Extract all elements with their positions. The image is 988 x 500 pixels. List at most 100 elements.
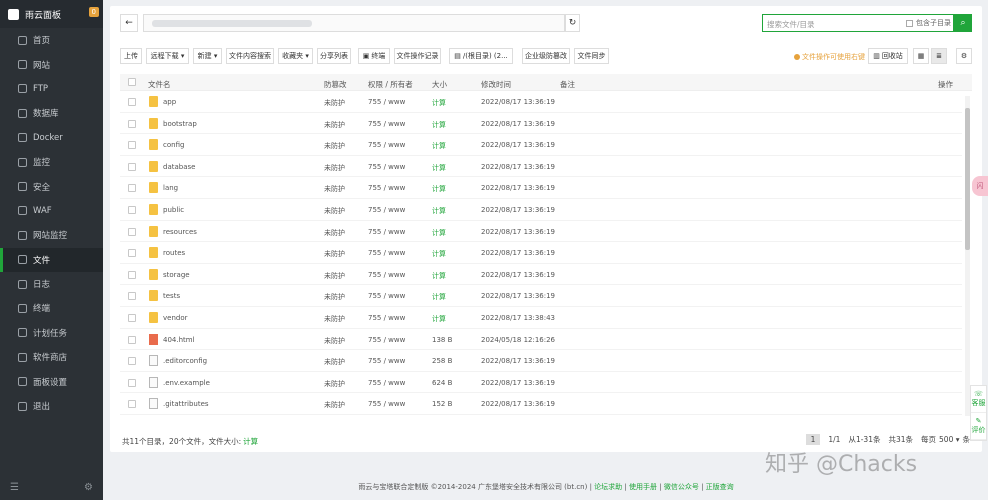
table-row[interactable]: storage 未防护 755 / www 计算 2022/08/17 13:36:19 [120, 264, 962, 286]
scrollbar[interactable] [965, 96, 970, 416]
collapse-icon[interactable]: ☰ [10, 482, 19, 493]
permission[interactable]: 755 / www [368, 206, 405, 214]
terminal-button[interactable]: ▣ 终端 [358, 48, 390, 64]
select-all-checkbox[interactable] [128, 78, 136, 86]
permission[interactable]: 755 / www [368, 357, 405, 365]
sidebar-item-14[interactable]: 面板设置 [0, 369, 103, 393]
file-size[interactable]: 计算 [432, 184, 446, 194]
table-row[interactable]: .env.example 未防护 755 / www 624 B 2022/08/17 … [120, 372, 962, 394]
back-button[interactable]: ← [120, 14, 138, 32]
link-wechat[interactable]: 微信公众号 [664, 483, 699, 491]
include-subdir-checkbox[interactable]: 包含子目录 [906, 18, 951, 28]
file-name[interactable]: .gitattributes [163, 400, 209, 408]
customer-service-button[interactable]: ☏ 客服 [971, 386, 986, 413]
file-name[interactable]: lang [163, 184, 178, 192]
permission[interactable]: 755 / www [368, 249, 405, 257]
sidebar-item-0[interactable]: 首页 [0, 28, 103, 52]
tamper-button[interactable]: 企业级防篡改 [522, 48, 570, 64]
calc-total-size-link[interactable]: 计算 [243, 437, 258, 446]
table-row[interactable]: bootstrap 未防护 755 / www 计算 2022/08/17 13:36:… [120, 113, 962, 135]
grid-view-button[interactable]: ▦ [913, 48, 929, 64]
sidebar-item-13[interactable]: 软件商店 [0, 345, 103, 369]
permission[interactable]: 755 / www [368, 292, 405, 300]
sidebar-item-1[interactable]: 网站 [0, 52, 103, 76]
row-checkbox[interactable] [128, 292, 136, 301]
sidebar-item-9[interactable]: 文件 [0, 247, 103, 272]
search-button[interactable]: ⌕ [954, 14, 972, 32]
file-size[interactable]: 计算 [432, 292, 446, 302]
permission[interactable]: 755 / www [368, 163, 405, 171]
permission[interactable]: 755 / www [368, 271, 405, 279]
settings-icon[interactable]: ⚙ [84, 482, 93, 493]
header-tamper[interactable]: 防篡改 [324, 79, 347, 90]
permission[interactable]: 755 / www [368, 400, 405, 408]
permission[interactable]: 755 / www [368, 314, 405, 322]
sidebar-item-3[interactable]: 数据库 [0, 101, 103, 125]
sidebar-item-15[interactable]: 退出 [0, 394, 103, 418]
row-checkbox[interactable] [128, 141, 136, 150]
recycle-bin-button[interactable]: ▥ 回收站 [868, 48, 908, 64]
file-name[interactable]: vendor [163, 314, 188, 322]
row-checkbox[interactable] [128, 357, 136, 366]
permission[interactable]: 755 / www [368, 336, 405, 344]
upload-button[interactable]: 上传 [120, 48, 142, 64]
table-row[interactable]: routes 未防护 755 / www 计算 2022/08/17 13:36:19 [120, 242, 962, 264]
table-row[interactable]: lang 未防护 755 / www 计算 2022/08/17 13:36:19 [120, 177, 962, 199]
file-name[interactable]: .editorconfig [163, 357, 207, 365]
file-size[interactable]: 计算 [432, 228, 446, 238]
permission[interactable]: 755 / www [368, 98, 405, 106]
sidebar-item-2[interactable]: FTP [0, 77, 103, 101]
sidebar-item-4[interactable]: Docker [0, 126, 103, 150]
row-checkbox[interactable] [128, 162, 136, 171]
table-row[interactable]: vendor 未防护 755 / www 计算 2022/08/17 13:38:43 [120, 307, 962, 329]
file-size[interactable]: 计算 [432, 206, 446, 216]
file-name[interactable]: 404.html [163, 336, 195, 344]
permission[interactable]: 755 / www [368, 184, 405, 192]
file-name[interactable]: resources [163, 228, 197, 236]
header-mtime[interactable]: 修改时间 [481, 79, 511, 90]
path-bar[interactable] [143, 14, 565, 32]
file-size[interactable]: 计算 [432, 249, 446, 259]
file-name[interactable]: database [163, 163, 195, 171]
file-name[interactable]: storage [163, 271, 190, 279]
new-button[interactable]: 新建 ▾ [193, 48, 222, 64]
file-size[interactable]: 计算 [432, 98, 446, 108]
sidebar-item-10[interactable]: 日志 [0, 272, 103, 296]
file-size[interactable]: 计算 [432, 141, 446, 151]
header-name[interactable]: 文件名 [148, 79, 171, 90]
table-row[interactable]: 404.html 未防护 755 / www 138 B 2024/05/18 12:1… [120, 329, 962, 351]
row-checkbox[interactable] [128, 119, 136, 128]
file-sync-button[interactable]: 文件同步 [574, 48, 609, 64]
settings-button[interactable]: ⚙ [956, 48, 972, 64]
permission[interactable]: 755 / www [368, 120, 405, 128]
link-forum[interactable]: 论坛求助 [594, 483, 622, 491]
per-page-select[interactable]: 500 ▾ [939, 435, 959, 444]
row-checkbox[interactable] [128, 314, 136, 322]
file-name[interactable]: public [163, 206, 184, 214]
sidebar-item-12[interactable]: 计划任务 [0, 321, 103, 345]
file-name[interactable]: config [163, 141, 184, 149]
table-row[interactable]: config 未防护 755 / www 计算 2022/08/17 13:36:19 [120, 134, 962, 156]
review-button[interactable]: ✎ 评价 [971, 413, 986, 440]
row-checkbox[interactable] [128, 378, 136, 387]
table-row[interactable]: tests 未防护 755 / www 计算 2022/08/17 13:36:19 [120, 285, 962, 307]
float-tab[interactable]: 闪 [972, 176, 988, 196]
permission[interactable]: 755 / www [368, 379, 405, 387]
list-view-button[interactable]: ≣ [931, 48, 947, 64]
notification-badge[interactable]: 0 [88, 7, 99, 17]
permission[interactable]: 755 / www [368, 141, 405, 149]
row-checkbox[interactable] [128, 184, 136, 193]
file-size[interactable]: 计算 [432, 314, 446, 324]
row-checkbox[interactable] [128, 335, 136, 344]
permission[interactable]: 755 / www [368, 228, 405, 236]
favorites-button[interactable]: 收藏夹 ▾ [278, 48, 313, 64]
header-size[interactable]: 大小 [432, 79, 447, 90]
file-name[interactable]: bootstrap [163, 120, 197, 128]
row-checkbox[interactable] [128, 98, 136, 106]
sidebar-item-8[interactable]: 网站监控 [0, 223, 103, 247]
sidebar-item-11[interactable]: 终端 [0, 296, 103, 320]
table-row[interactable]: database 未防护 755 / www 计算 2022/08/17 13:36:1… [120, 156, 962, 178]
file-name[interactable]: tests [163, 292, 180, 300]
table-row[interactable]: app 未防护 755 / www 计算 2022/08/17 13:36:19 [120, 91, 962, 113]
file-name[interactable]: routes [163, 249, 185, 257]
